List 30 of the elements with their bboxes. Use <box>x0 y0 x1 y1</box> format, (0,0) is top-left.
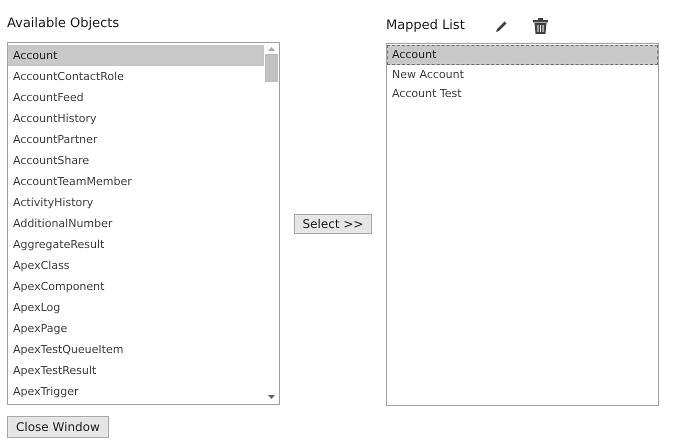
list-item[interactable]: AccountHistory <box>8 108 264 129</box>
close-window-button[interactable]: Close Window <box>7 416 109 438</box>
list-item[interactable]: New Account <box>387 64 658 84</box>
list-item[interactable]: AdditionalNumber <box>8 213 264 234</box>
scroll-thumb[interactable] <box>265 54 278 82</box>
list-item[interactable]: Account Test <box>387 84 658 104</box>
list-item[interactable]: ApexComponent <box>8 276 264 297</box>
list-item[interactable]: AccountContactRole <box>8 66 264 87</box>
mapped-list[interactable]: Account New Account Account Test <box>386 43 659 406</box>
list-item[interactable]: ApexClass <box>8 255 264 276</box>
list-item[interactable]: AccountShare <box>8 150 264 171</box>
scroll-down-icon[interactable] <box>268 395 275 400</box>
object-list[interactable] <box>7 42 280 405</box>
list-item[interactable]: AccountTeamMember <box>8 171 264 192</box>
list-item[interactable]: ApexTestResult <box>8 360 264 381</box>
list-item[interactable]: AggregateResult <box>8 234 264 255</box>
panel-title: Available Objects <box>7 15 120 33</box>
list-item[interactable]: Account <box>8 45 264 66</box>
select-button[interactable]: Select >> <box>294 214 372 234</box>
panel-title: Mapped List <box>386 17 465 35</box>
list-item[interactable]: ApexLog <box>8 297 264 318</box>
list-item[interactable]: ApexPage <box>8 318 264 339</box>
list-item[interactable]: ApexTestQueueItem <box>8 339 264 360</box>
list-item[interactable]: AccountFeed <box>8 87 264 108</box>
list-item[interactable]: ActivityHistory <box>8 192 264 213</box>
list-item[interactable]: Account <box>387 45 658 64</box>
list-item[interactable]: ApexTrigger <box>8 381 264 402</box>
list-item[interactable]: AccountPartner <box>8 129 264 150</box>
pencil-icon[interactable] <box>494 20 508 32</box>
trash-icon[interactable] <box>532 18 548 34</box>
